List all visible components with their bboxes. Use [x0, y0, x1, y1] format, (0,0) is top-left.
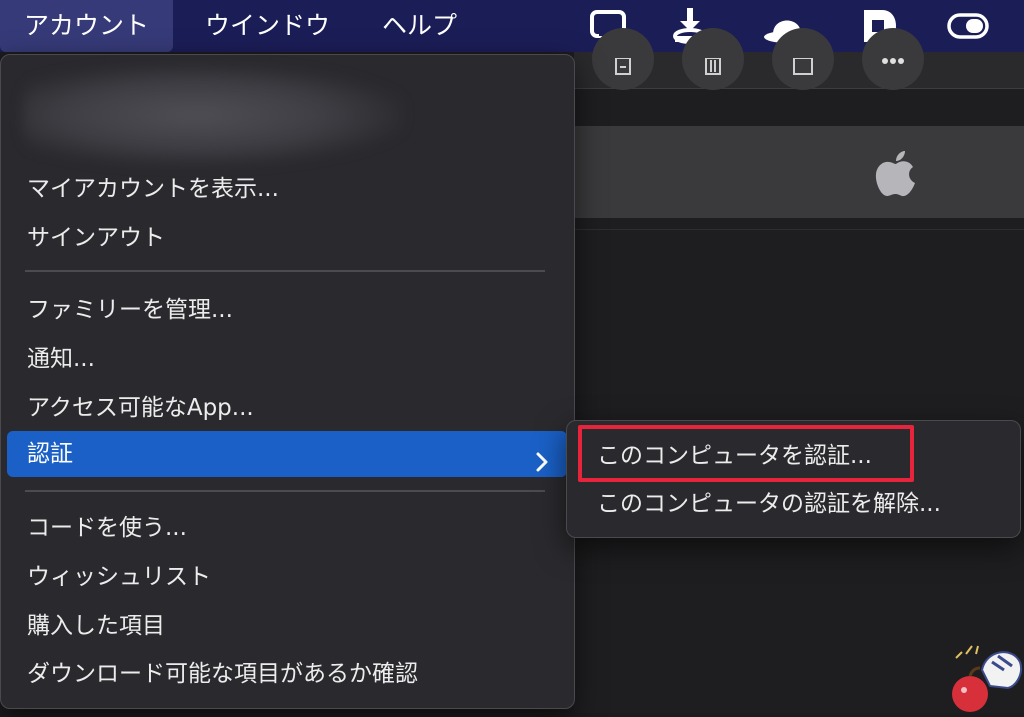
app-window: [574, 28, 1024, 713]
mascot-illustration: [946, 640, 1024, 713]
more-button[interactable]: [862, 28, 924, 90]
report-button[interactable]: [592, 28, 654, 90]
menubar-item-window[interactable]: ウインドウ: [205, 0, 330, 52]
toggle-switch-icon[interactable]: [946, 6, 990, 50]
apple-logo-icon: [874, 150, 918, 202]
menu-item-purchased[interactable]: 購入した項目: [7, 603, 567, 649]
account-name-redacted: [23, 65, 403, 165]
highlight-callout-box: [578, 425, 914, 482]
submenu-item-deauthorize-computer[interactable]: このコンピュータの認証を解除...: [597, 484, 941, 524]
menu-item-authorization-label: 認証: [27, 441, 73, 467]
menu-item-accessible-apps[interactable]: アクセス可能なApp...: [7, 385, 567, 431]
menu-separator: [25, 270, 545, 272]
chevron-right-icon: [535, 443, 549, 489]
menu-item-manage-family[interactable]: ファミリーを管理...: [7, 287, 567, 333]
store-header-band: [574, 126, 1024, 218]
menu-item-redeem-code[interactable]: コードを使う...: [7, 505, 567, 551]
window-divider: [574, 229, 1024, 230]
account-menu: マイアカウントを表示... サインアウト ファミリーを管理... 通知... ア…: [0, 54, 575, 709]
menu-item-view-account[interactable]: マイアカウントを表示...: [7, 166, 567, 212]
menu-item-notifications[interactable]: 通知...: [7, 336, 567, 382]
menu-item-check-downloads[interactable]: ダウンロード可能な項目があるか確認: [7, 651, 567, 697]
menu-item-wishlist[interactable]: ウィッシュリスト: [7, 554, 567, 600]
trash-button[interactable]: [682, 28, 744, 90]
menu-separator: [25, 490, 545, 492]
menu-item-authorization[interactable]: 認証: [7, 431, 567, 477]
menubar-item-account[interactable]: アカウント: [0, 0, 174, 52]
menu-item-sign-out[interactable]: サインアウト: [7, 215, 567, 261]
menubar-item-help[interactable]: ヘルプ: [382, 0, 457, 52]
square-button[interactable]: [772, 28, 834, 90]
